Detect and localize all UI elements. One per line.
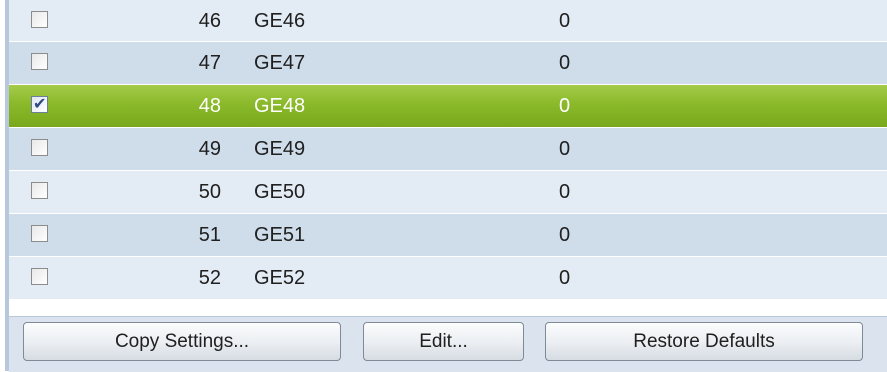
table-row[interactable]: 50 GE50 0	[9, 171, 887, 214]
port-value: 0	[559, 138, 571, 160]
table-row-selected[interactable]: ✔ 48 GE48 0	[9, 85, 887, 128]
row-checkbox[interactable]	[31, 139, 48, 156]
port-name: GE49	[254, 138, 306, 160]
port-number: 46	[198, 10, 221, 32]
port-value: 0	[559, 10, 571, 32]
table-row[interactable]: 52 GE52 0	[9, 257, 887, 300]
row-checkbox[interactable]	[31, 182, 48, 199]
row-checkbox[interactable]	[31, 268, 48, 285]
row-checkbox[interactable]	[31, 53, 48, 70]
port-number: 47	[198, 52, 221, 74]
port-number: 49	[198, 138, 221, 160]
port-name: GE51	[254, 224, 306, 246]
row-checkbox-checked[interactable]: ✔	[31, 94, 48, 113]
port-name: GE48	[254, 95, 306, 117]
port-value: 0	[559, 95, 571, 117]
checkmark-icon: ✔	[33, 94, 47, 113]
restore-defaults-button[interactable]: Restore Defaults	[545, 322, 863, 361]
port-value: 0	[559, 52, 571, 74]
port-settings-panel: 46 GE46 0 47 GE47 0 ✔ 48 GE48 0 49 GE49 …	[0, 0, 887, 372]
table-row[interactable]: 47 GE47 0	[9, 42, 887, 85]
port-table: 46 GE46 0 47 GE47 0 ✔ 48 GE48 0 49 GE49 …	[9, 0, 887, 300]
table-row[interactable]: 49 GE49 0	[9, 128, 887, 171]
port-name: GE50	[254, 181, 306, 203]
port-value: 0	[559, 224, 571, 246]
port-name: GE52	[254, 267, 306, 289]
port-value: 0	[559, 181, 571, 203]
row-checkbox[interactable]	[31, 225, 48, 242]
edit-button[interactable]: Edit...	[363, 322, 524, 361]
table-row[interactable]: 46 GE46 0	[9, 0, 887, 42]
port-number: 51	[198, 224, 221, 246]
port-number: 52	[198, 267, 221, 289]
copy-settings-button[interactable]: Copy Settings...	[23, 322, 341, 361]
port-name: GE47	[254, 52, 306, 74]
table-row[interactable]: 51 GE51 0	[9, 214, 887, 257]
row-checkbox[interactable]	[31, 11, 48, 28]
port-number: 50	[198, 181, 221, 203]
action-toolbar: Copy Settings... Edit... Restore Default…	[9, 316, 887, 372]
port-number: 48	[198, 95, 221, 117]
port-value: 0	[559, 267, 571, 289]
port-name: GE46	[254, 10, 306, 32]
